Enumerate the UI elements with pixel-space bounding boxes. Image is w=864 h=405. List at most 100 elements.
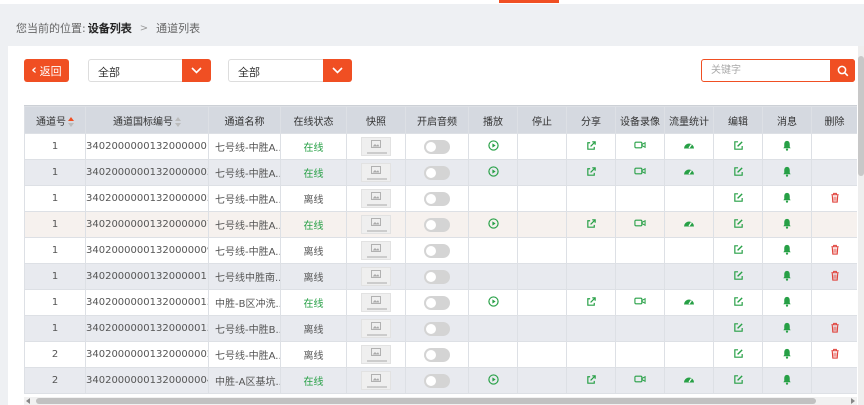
audio-toggle[interactable] [424,269,450,284]
cell-share [566,263,616,290]
edit-icon[interactable] [733,348,744,362]
breadcrumb-prefix: 您当前的位置: [16,22,86,35]
speedometer-icon[interactable] [683,374,695,387]
video-camera-icon[interactable] [634,374,646,387]
table-header-row: 通道号 通道国标编号 通道名称 在线状态 快照 开启音频 播放 停止 分享 设备录像 流量统计 编辑 消… [24,106,857,134]
cell-traffic [664,367,714,394]
cell-record [615,211,665,238]
speedometer-icon[interactable] [683,166,695,179]
share-icon[interactable] [586,218,597,232]
scrollbar-thumb[interactable] [36,398,816,404]
share-icon[interactable] [586,140,597,154]
bell-icon[interactable] [782,166,792,180]
filter-select-1[interactable]: 全部 [88,59,211,82]
bell-icon[interactable] [782,348,792,362]
table-row: 1 34020000001320000007 七号线-中胜A... 在线 [24,211,857,238]
audio-toggle[interactable] [424,165,450,180]
speedometer-icon[interactable] [683,218,695,231]
image-placeholder-icon[interactable] [361,163,391,182]
image-placeholder-icon[interactable] [361,267,391,286]
audio-toggle[interactable] [424,191,450,206]
filter-select-2[interactable]: 全部 [228,59,352,82]
bell-icon[interactable] [782,374,792,388]
audio-toggle[interactable] [424,373,450,388]
top-bar [0,0,864,4]
trash-icon[interactable] [830,348,840,362]
vertical-scrollbar[interactable] [858,46,864,405]
bell-icon[interactable] [782,140,792,154]
trash-icon[interactable] [830,192,840,206]
image-placeholder-icon[interactable] [361,293,391,312]
share-icon[interactable] [586,374,597,388]
video-camera-icon[interactable] [634,296,646,309]
cell-online-status: 离线 [280,185,347,212]
cell-stop [517,185,567,212]
image-placeholder-icon[interactable] [361,345,391,364]
share-icon[interactable] [586,296,597,310]
th-gb-code[interactable]: 通道国标编号 [85,106,209,134]
table-row: 1 34020000001320000011 七号线中胜南... 离线 [24,263,857,290]
edit-icon[interactable] [733,166,744,180]
search-button[interactable] [830,59,855,82]
speedometer-icon[interactable] [683,140,695,153]
trash-icon[interactable] [830,322,840,336]
trash-icon[interactable] [830,244,840,258]
audio-toggle[interactable] [424,347,450,362]
chevron-down-icon[interactable] [182,59,211,82]
image-placeholder-icon[interactable] [361,137,391,156]
edit-icon[interactable] [733,322,744,336]
play-circle-icon[interactable] [487,165,499,180]
table-row: 1 34020000001320000001 七号线-中胜A... 在线 [24,133,857,160]
th-channel-no[interactable]: 通道号 [24,106,86,134]
share-icon[interactable] [586,166,597,180]
edit-icon[interactable] [733,192,744,206]
chevron-down-icon[interactable] [323,59,352,82]
image-placeholder-icon[interactable] [361,215,391,234]
bell-icon[interactable] [782,296,792,310]
vertical-scrollbar-thumb[interactable] [858,56,864,176]
play-circle-icon[interactable] [487,295,499,310]
edit-icon[interactable] [733,296,744,310]
image-placeholder-icon[interactable] [361,371,391,390]
horizontal-scrollbar[interactable] [24,397,857,405]
bell-icon[interactable] [782,244,792,258]
cell-traffic [664,237,714,264]
audio-toggle[interactable] [424,295,450,310]
play-circle-icon[interactable] [487,373,499,388]
breadcrumb-device-list[interactable]: 设备列表 [88,20,132,36]
video-camera-icon[interactable] [634,166,646,179]
audio-toggle[interactable] [424,139,450,154]
video-camera-icon[interactable] [634,218,646,231]
sort-icon[interactable] [68,116,74,127]
edit-icon[interactable] [733,374,744,388]
bell-icon[interactable] [782,322,792,336]
bell-icon[interactable] [782,218,792,232]
scroll-right-arrow[interactable] [851,398,855,404]
scroll-left-arrow[interactable] [26,398,30,404]
edit-icon[interactable] [733,270,744,284]
edit-icon[interactable] [733,244,744,258]
cell-channel-no: 1 [24,159,86,186]
back-button[interactable]: ‹ 返回 [24,59,69,82]
image-placeholder-icon[interactable] [361,241,391,260]
play-circle-icon[interactable] [487,139,499,154]
search-input[interactable] [702,60,826,81]
bell-icon[interactable] [782,270,792,284]
channel-name: 七号线-中胜A... [215,195,281,206]
bell-icon[interactable] [782,192,792,206]
channel-no: 2 [51,375,59,386]
audio-toggle[interactable] [424,243,450,258]
play-circle-icon[interactable] [487,217,499,232]
cell-traffic [664,341,714,368]
audio-toggle[interactable] [424,217,450,232]
image-placeholder-icon[interactable] [361,189,391,208]
speedometer-icon[interactable] [683,296,695,309]
column-header-label: 分享 [581,116,601,128]
edit-icon[interactable] [733,218,744,232]
image-placeholder-icon[interactable] [361,319,391,338]
sort-icon[interactable] [175,116,181,127]
edit-icon[interactable] [733,140,744,154]
video-camera-icon[interactable] [634,140,646,153]
trash-icon[interactable] [830,270,840,284]
audio-toggle[interactable] [424,321,450,336]
